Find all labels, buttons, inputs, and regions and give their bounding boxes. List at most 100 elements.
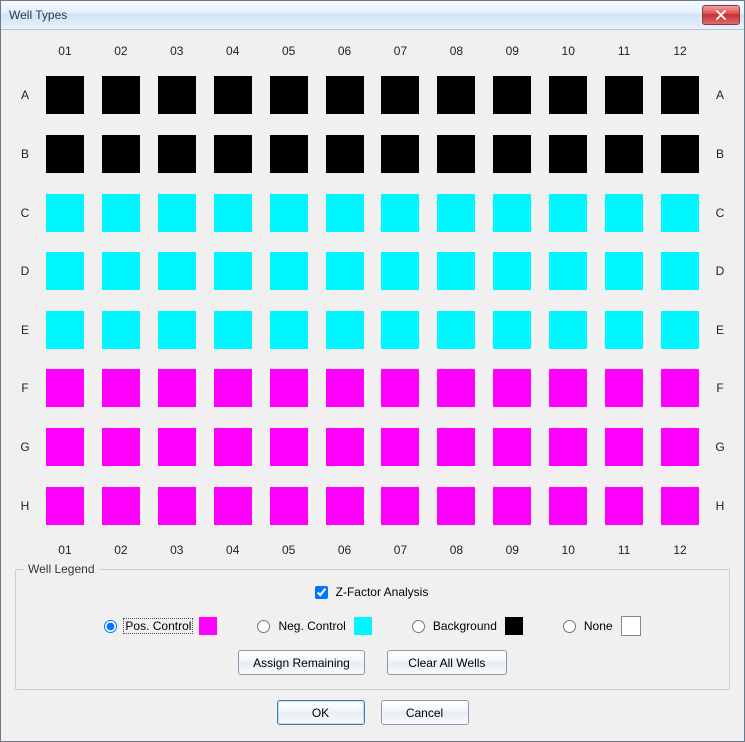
row-label-left-B[interactable]: B xyxy=(13,147,37,161)
zfactor-label[interactable]: Z-Factor Analysis xyxy=(334,584,431,600)
col-header-top-03[interactable]: 03 xyxy=(149,44,205,58)
well-E10[interactable] xyxy=(549,311,587,349)
well-H02[interactable] xyxy=(102,487,140,525)
well-A06[interactable] xyxy=(326,76,364,114)
cancel-button[interactable]: Cancel xyxy=(381,700,469,725)
well-H12[interactable] xyxy=(661,487,699,525)
row-label-right-F[interactable]: F xyxy=(708,381,732,395)
well-C07[interactable] xyxy=(381,194,419,232)
well-F05[interactable] xyxy=(270,369,308,407)
well-H05[interactable] xyxy=(270,487,308,525)
radio-pos[interactable] xyxy=(104,620,117,633)
row-label-left-F[interactable]: F xyxy=(13,381,37,395)
well-G03[interactable] xyxy=(158,428,196,466)
well-B02[interactable] xyxy=(102,135,140,173)
well-B06[interactable] xyxy=(326,135,364,173)
radio-label-none[interactable]: None xyxy=(582,618,615,634)
well-C01[interactable] xyxy=(46,194,84,232)
well-E11[interactable] xyxy=(605,311,643,349)
well-H10[interactable] xyxy=(549,487,587,525)
well-G02[interactable] xyxy=(102,428,140,466)
well-G05[interactable] xyxy=(270,428,308,466)
well-C03[interactable] xyxy=(158,194,196,232)
col-header-bottom-06[interactable]: 06 xyxy=(317,543,373,557)
well-G04[interactable] xyxy=(214,428,252,466)
radio-label-neg[interactable]: Neg. Control xyxy=(276,618,347,634)
row-label-right-D[interactable]: D xyxy=(708,264,732,278)
well-F06[interactable] xyxy=(326,369,364,407)
well-D12[interactable] xyxy=(661,252,699,290)
col-header-top-02[interactable]: 02 xyxy=(93,44,149,58)
well-A12[interactable] xyxy=(661,76,699,114)
well-C05[interactable] xyxy=(270,194,308,232)
well-F09[interactable] xyxy=(493,369,531,407)
well-F10[interactable] xyxy=(549,369,587,407)
row-label-left-H[interactable]: H xyxy=(13,499,37,513)
radio-background[interactable] xyxy=(412,620,425,633)
well-F07[interactable] xyxy=(381,369,419,407)
col-header-top-04[interactable]: 04 xyxy=(205,44,261,58)
well-B01[interactable] xyxy=(46,135,84,173)
well-E12[interactable] xyxy=(661,311,699,349)
well-H06[interactable] xyxy=(326,487,364,525)
well-G11[interactable] xyxy=(605,428,643,466)
col-header-bottom-02[interactable]: 02 xyxy=(93,543,149,557)
well-A05[interactable] xyxy=(270,76,308,114)
well-E03[interactable] xyxy=(158,311,196,349)
well-C08[interactable] xyxy=(437,194,475,232)
well-A07[interactable] xyxy=(381,76,419,114)
radio-label-pos[interactable]: Pos. Control xyxy=(123,618,193,634)
well-D02[interactable] xyxy=(102,252,140,290)
well-G08[interactable] xyxy=(437,428,475,466)
well-D09[interactable] xyxy=(493,252,531,290)
well-E07[interactable] xyxy=(381,311,419,349)
well-B10[interactable] xyxy=(549,135,587,173)
row-label-left-E[interactable]: E xyxy=(13,323,37,337)
row-label-right-G[interactable]: G xyxy=(708,440,732,454)
col-header-top-06[interactable]: 06 xyxy=(317,44,373,58)
radio-none[interactable] xyxy=(563,620,576,633)
well-A04[interactable] xyxy=(214,76,252,114)
well-H07[interactable] xyxy=(381,487,419,525)
well-B09[interactable] xyxy=(493,135,531,173)
well-F03[interactable] xyxy=(158,369,196,407)
well-C09[interactable] xyxy=(493,194,531,232)
well-B07[interactable] xyxy=(381,135,419,173)
well-C06[interactable] xyxy=(326,194,364,232)
well-H11[interactable] xyxy=(605,487,643,525)
col-header-bottom-07[interactable]: 07 xyxy=(373,543,429,557)
col-header-top-10[interactable]: 10 xyxy=(540,44,596,58)
titlebar[interactable]: Well Types xyxy=(1,1,744,30)
well-A08[interactable] xyxy=(437,76,475,114)
well-D03[interactable] xyxy=(158,252,196,290)
col-header-bottom-12[interactable]: 12 xyxy=(652,543,708,557)
well-C02[interactable] xyxy=(102,194,140,232)
assign-remaining-button[interactable]: Assign Remaining xyxy=(238,650,365,675)
well-C11[interactable] xyxy=(605,194,643,232)
row-label-right-A[interactable]: A xyxy=(708,88,732,102)
well-D08[interactable] xyxy=(437,252,475,290)
well-D05[interactable] xyxy=(270,252,308,290)
well-H04[interactable] xyxy=(214,487,252,525)
col-header-top-01[interactable]: 01 xyxy=(37,44,93,58)
well-E05[interactable] xyxy=(270,311,308,349)
row-label-right-H[interactable]: H xyxy=(708,499,732,513)
well-D11[interactable] xyxy=(605,252,643,290)
well-G06[interactable] xyxy=(326,428,364,466)
col-header-top-08[interactable]: 08 xyxy=(428,44,484,58)
row-label-right-E[interactable]: E xyxy=(708,323,732,337)
well-F08[interactable] xyxy=(437,369,475,407)
well-G10[interactable] xyxy=(549,428,587,466)
well-E09[interactable] xyxy=(493,311,531,349)
col-header-top-05[interactable]: 05 xyxy=(261,44,317,58)
well-G09[interactable] xyxy=(493,428,531,466)
col-header-bottom-08[interactable]: 08 xyxy=(428,543,484,557)
well-F04[interactable] xyxy=(214,369,252,407)
row-label-left-C[interactable]: C xyxy=(13,206,37,220)
well-A09[interactable] xyxy=(493,76,531,114)
well-E08[interactable] xyxy=(437,311,475,349)
col-header-top-09[interactable]: 09 xyxy=(484,44,540,58)
well-D06[interactable] xyxy=(326,252,364,290)
well-C10[interactable] xyxy=(549,194,587,232)
well-H03[interactable] xyxy=(158,487,196,525)
